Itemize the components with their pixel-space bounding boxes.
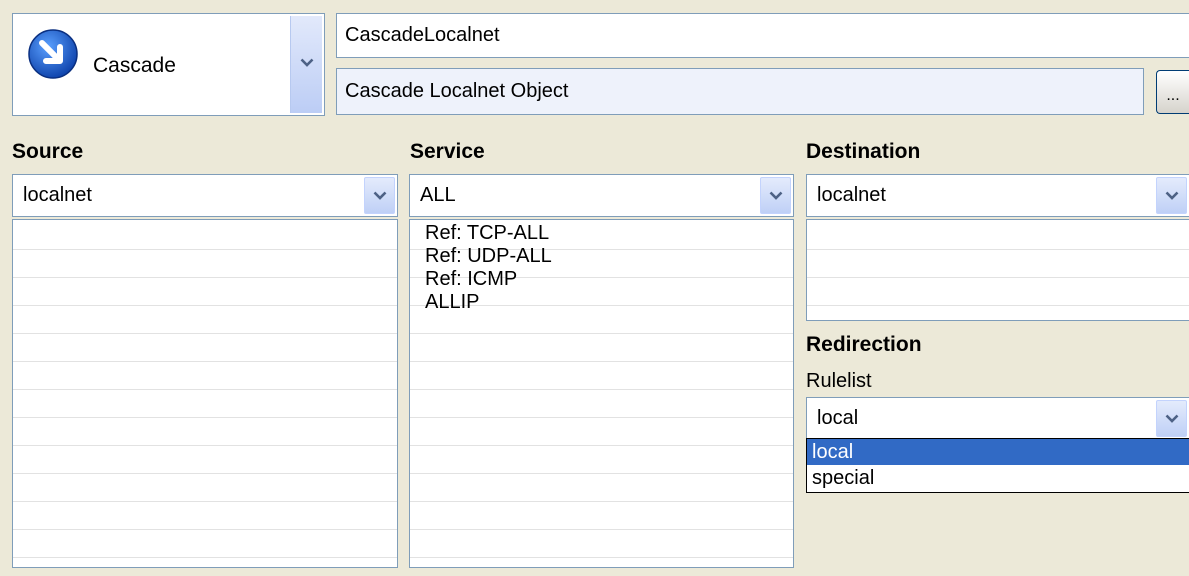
chevron-down-icon	[300, 58, 314, 67]
destination-selected-value: localnet	[817, 184, 886, 206]
destination-dropdown-button[interactable]	[1156, 177, 1187, 214]
service-selected-value: ALL	[420, 184, 456, 206]
service-header: Service	[410, 140, 485, 163]
rule-comment-field[interactable]: Cascade Localnet Object	[336, 68, 1144, 115]
source-dropdown-button[interactable]	[364, 177, 395, 214]
action-label: Cascade	[93, 54, 176, 77]
list-item[interactable]: Ref: ICMP	[410, 268, 793, 291]
service-combo[interactable]: ALL	[409, 174, 794, 217]
chevron-down-icon	[1165, 191, 1179, 200]
destination-header: Destination	[806, 140, 921, 163]
rulelist-dropdown-button[interactable]	[1156, 400, 1187, 437]
redirection-header: Redirection	[806, 333, 922, 356]
destination-list[interactable]	[806, 219, 1189, 321]
chevron-down-icon	[373, 191, 387, 200]
source-list[interactable]	[12, 219, 398, 568]
list-item[interactable]: Ref: TCP-ALL	[410, 222, 793, 245]
rulelist-label: Rulelist	[806, 370, 872, 392]
list-item[interactable]: ALLIP	[410, 291, 793, 314]
source-selected-value: localnet	[23, 184, 92, 206]
service-list[interactable]: Ref: TCP-ALL Ref: UDP-ALL Ref: ICMP ALLI…	[409, 219, 794, 568]
rulelist-combo[interactable]: local	[806, 397, 1189, 440]
chevron-down-icon	[769, 191, 783, 200]
chevron-down-icon	[1165, 414, 1179, 423]
cascade-arrow-icon	[27, 28, 79, 80]
rulelist-option-local[interactable]: local	[807, 439, 1189, 465]
rule-name-field[interactable]: CascadeLocalnet	[336, 13, 1189, 58]
rulelist-selected-value: local	[817, 407, 859, 429]
browse-button[interactable]: ...	[1156, 70, 1189, 114]
action-dropdown-button[interactable]	[290, 16, 322, 113]
list-item[interactable]: Ref: UDP-ALL	[410, 245, 793, 268]
source-combo[interactable]: localnet	[12, 174, 398, 217]
action-selector[interactable]: Cascade	[12, 13, 325, 116]
rulelist-dropdown-list[interactable]: local special	[806, 438, 1189, 493]
service-dropdown-button[interactable]	[760, 177, 791, 214]
destination-combo[interactable]: localnet	[806, 174, 1189, 217]
source-header: Source	[12, 140, 84, 163]
rulelist-option-special[interactable]: special	[807, 465, 1189, 491]
